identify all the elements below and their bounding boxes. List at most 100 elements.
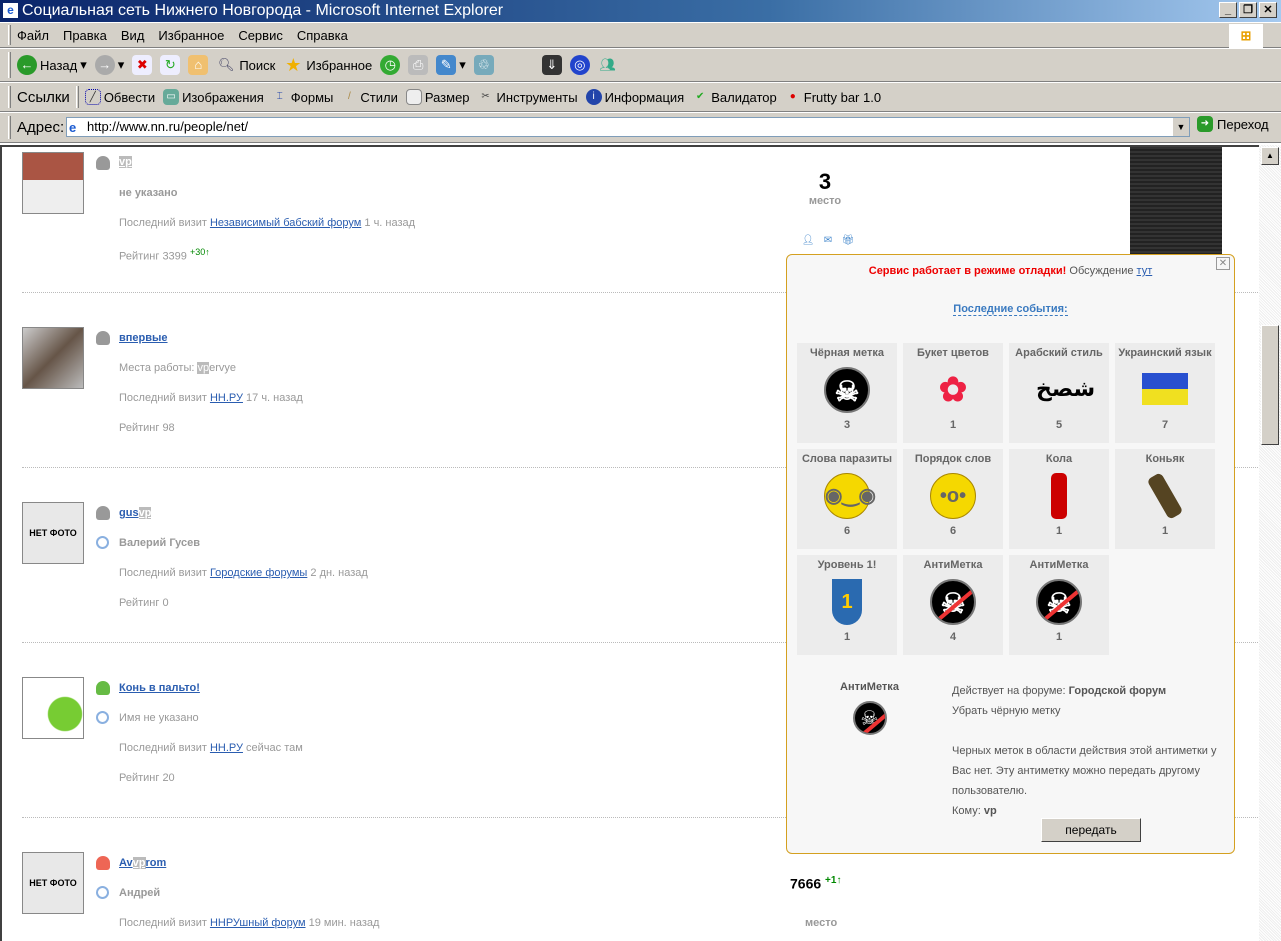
no-photo-avatar[interactable]: НЕТ ФОТО [22,502,84,564]
menu-view[interactable]: Вид [121,28,145,43]
scroll-thumb[interactable] [1261,325,1279,445]
print-button[interactable]: ⎙ [408,55,429,75]
skull-icon: ☠ [824,367,870,413]
maximize-button[interactable]: ❐ [1239,2,1257,18]
event-cell[interactable]: Слова паразиты ◉‿◉ 6 [797,449,897,549]
event-count: 1 [843,631,851,643]
scroll-up-button[interactable]: ▲ [1261,147,1279,165]
link-styles[interactable]: / Стили [341,89,398,105]
rating: Рейтинг 98 [119,422,175,434]
gift-icon[interactable]: 🎁︎ [840,233,856,249]
tools-icon: ✂ [481,91,490,102]
form-icon: ⌶ [276,91,283,102]
nickname[interactable]: Avvprom [119,857,166,869]
link-tools[interactable]: ✂ Инструменты [478,89,577,105]
level-badge-icon: 1 [832,579,862,625]
event-cell[interactable]: Арабский стиль شصخ 5 [1009,343,1109,443]
event-cell[interactable]: АнтиМетка ☠ 4 [903,555,1003,655]
event-cell[interactable]: Порядок слов •o• 6 [903,449,1003,549]
event-count: 4 [949,631,957,643]
messenger-button[interactable]: ♲ [473,55,494,75]
visit-label: Последний визит [119,567,207,579]
rank-delta: +1↑ [825,875,842,886]
link-images[interactable]: ▭ Изображения [163,89,264,105]
menu-favorites[interactable]: Избранное [158,28,224,43]
event-cell[interactable]: Кола 1 [1009,449,1109,549]
anti-mark-icon: ☠ [930,579,976,625]
forum-link[interactable]: Независимый бабский форум [210,217,361,229]
forum-link[interactable]: ННРУшный форум [210,917,306,929]
events-title-wrap: Последние события: [787,303,1234,316]
event-title: АнтиМетка [1029,559,1089,571]
event-cell[interactable]: Уровень 1! 1 1 [797,555,897,655]
rating: Рейтинг 20 [119,772,175,784]
address-input[interactable]: e http://www.nn.ru/people/net/ ▼ [66,117,1190,137]
avatar[interactable] [22,152,84,214]
edit-icon: ✎ [436,55,457,75]
avatar[interactable] [22,677,84,739]
grip [8,115,11,140]
link-info[interactable]: i Информация [585,89,684,105]
nick-text: впервые [119,332,168,344]
address-dropdown[interactable]: ▼ [1173,118,1189,136]
go-button[interactable]: ➜ Переход [1197,116,1269,132]
menu-tools[interactable]: Сервис [238,28,283,43]
user-icon [96,856,110,870]
event-cell[interactable]: Коньяк 1 [1115,449,1215,549]
refresh-button[interactable]: ↻ [160,55,181,75]
mail-icon[interactable]: ✉ [820,233,836,249]
nickname[interactable]: gusvp [119,507,152,519]
go-label: Переход [1217,116,1269,132]
forward-button[interactable]: → ▾ [94,55,124,75]
link-validator[interactable]: ✔ Валидатор [692,89,777,105]
search-button[interactable]: 🔍︎ Поиск [216,55,275,75]
close-button[interactable]: ✕ [1259,2,1277,18]
menu-file[interactable]: Файл [17,28,49,43]
event-title: Кола [1045,453,1073,465]
avatar[interactable] [22,327,84,389]
link-frutty[interactable]: ● Frutty bar 1.0 [785,89,881,105]
recycle-icon: ♲ [473,55,494,75]
edit-button[interactable]: ✎ ▾ [436,55,466,75]
discussion-link[interactable]: тут [1137,265,1153,277]
stop-button[interactable]: ✖ [132,55,153,75]
nickname[interactable]: Конь в пальто! [119,682,200,694]
menu-help[interactable]: Справка [297,28,348,43]
last-visit: Последний визит Городские форумы 2 дн. н… [119,567,368,579]
links-label: Ссылки [17,88,70,106]
favorites-button[interactable]: ★ Избранное [283,55,372,75]
forum-link[interactable]: НН.РУ [210,392,243,404]
anti-mark-icon: ☠ [852,701,887,735]
event-cell[interactable]: Чёрная метка ☠ 3 [797,343,897,443]
menu-edit[interactable]: Правка [63,28,107,43]
rank-block: 3 место [800,169,850,207]
link-forms[interactable]: ⌶ Формы [272,89,334,105]
rating-delta: +30↑ [189,247,210,257]
back-button[interactable]: ← Назад ▾ [17,55,87,75]
link-outline[interactable]: ╱ Обвести [84,89,155,105]
search-label: Поиск [239,57,276,73]
link-size[interactable]: Размер [405,89,470,105]
messenger-users-button[interactable]: 👥︎ [598,55,618,75]
user-actions: 👤︎ ✉ 🎁︎ [800,233,856,249]
event-cell[interactable]: Букет цветов ✿ 1 [903,343,1003,443]
transfer-button[interactable]: передать [1041,818,1141,842]
smiley-icon: •o• [930,473,976,519]
add-friend-icon[interactable]: 👤︎ [800,233,816,249]
no-photo-avatar[interactable]: НЕТ ФОТО [22,852,84,914]
home-button[interactable]: ⌂ [188,55,209,75]
forum-link[interactable]: Городские форумы [210,567,307,579]
event-count: 7 [1161,419,1169,431]
event-cell[interactable]: АнтиМетка ☠ 1 [1009,555,1109,655]
nickname[interactable]: впервые [119,332,168,344]
events-title[interactable]: Последние события: [953,303,1068,316]
event-cell[interactable]: Украинский язык 7 [1115,343,1215,443]
forum-link[interactable]: НН.РУ [210,742,243,754]
minimize-button[interactable]: _ [1219,2,1237,18]
history-button[interactable]: ◷ [380,55,401,75]
recipient-value: vp [983,805,997,817]
nickname[interactable]: vp [119,156,132,168]
research-button[interactable]: ◎ [569,55,590,75]
vertical-scrollbar[interactable]: ▲ [1259,145,1281,941]
extension-button[interactable]: ⇓ [541,55,562,75]
